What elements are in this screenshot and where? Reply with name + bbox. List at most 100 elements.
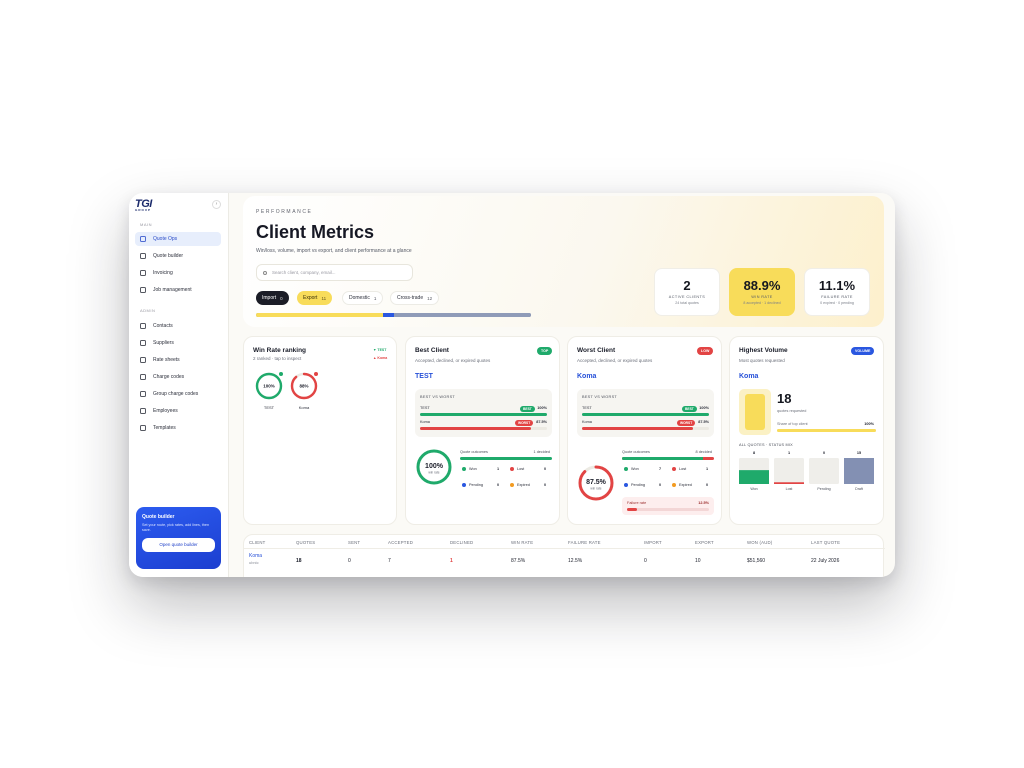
worst-client-name[interactable]: Koma [577, 373, 596, 380]
section-label-admin: ADMIN [140, 308, 156, 313]
table-header-divider [244, 548, 885, 549]
outcomes-bar [622, 457, 714, 460]
sidebar-item-contacts[interactable]: Contacts [135, 319, 221, 333]
col-header-win-rate[interactable]: WIN RATE [511, 540, 533, 545]
col-header-quotes[interactable]: QUOTES [296, 540, 315, 545]
col-header-failure-rate[interactable]: FAILURE RATE [568, 540, 601, 545]
status-label-draft: Draft [855, 487, 863, 491]
ranking-ring-test[interactable]: 100% TEST [255, 372, 283, 410]
best-client-card[interactable]: Best Client TOP Accepted, declined, or e… [405, 336, 560, 525]
col-header-declined[interactable]: DECLINED [450, 540, 473, 545]
sidebar-item-quote-builder[interactable]: Quote builder [135, 249, 221, 263]
brand-logo[interactable]: TGI GROUP [135, 198, 152, 212]
cell-win-rate: 87.5% [511, 558, 526, 564]
cell-last-quote: 22 July 2026 [811, 558, 840, 564]
col-header-export[interactable]: EXPORT [695, 540, 714, 545]
col-header-client[interactable]: CLIENT [249, 540, 265, 545]
volume-thumb [739, 389, 771, 435]
sidebar-item-charge-codes[interactable]: Charge codes [135, 370, 221, 384]
volume-count: 18 [777, 391, 792, 406]
failure-bar-track [627, 508, 709, 511]
col-header-accepted[interactable]: ACCEPTED [388, 540, 413, 545]
code-icon [140, 374, 146, 380]
outcome-lost: Lost [672, 467, 686, 471]
bvw-bar-track [582, 427, 709, 430]
highest-volume-client[interactable]: Koma [739, 373, 758, 380]
bvw-bar-fill [582, 427, 694, 430]
cell-client[interactable]: Koma [249, 553, 262, 559]
ranking-subtitle: 2 ranked · tap to inspect [253, 356, 302, 361]
bvw-row-value: 87.5% [698, 420, 709, 424]
outcomes-title: Quote outcomes [460, 450, 488, 454]
sidebar-item-templates[interactable]: Templates [135, 421, 221, 435]
col-header-last-quote[interactable]: LAST QUOTE [811, 540, 840, 545]
filter-export[interactable]: Export 11 [297, 291, 333, 305]
kpi-failure-rate: 11.1% FAILURE RATE 0 expired · 0 pending [804, 268, 870, 316]
cell-import: 0 [644, 558, 647, 564]
sidebar-item-employees[interactable]: Employees [135, 404, 221, 418]
ranking-title: Win Rate ranking [253, 347, 307, 354]
bvw-bar-fill [420, 413, 547, 416]
search-input[interactable] [272, 270, 412, 275]
bvw-title: BEST VS WORST [420, 395, 456, 399]
col-header-won-aud[interactable]: WON (AUD) [747, 540, 772, 545]
ranking-pct-test: 100% [263, 384, 275, 389]
status-label-won: Won [750, 487, 757, 491]
sidebar-item-job-management[interactable]: Job management [135, 283, 221, 297]
template-icon [140, 425, 146, 431]
expired-dot-icon [672, 483, 676, 487]
filter-cross-trade[interactable]: Cross-trade 12 [390, 291, 440, 305]
outcome-pending-count: 0 [497, 483, 500, 487]
open-quote-builder-button[interactable]: Open quote builder [142, 538, 215, 552]
col-header-import[interactable]: IMPORT [644, 540, 662, 545]
share-value: 100% [864, 422, 874, 426]
outcome-pending: Pending [624, 483, 645, 487]
sidebar-item-invoicing[interactable]: Invoicing [135, 266, 221, 280]
sidebar-item-quote-ops[interactable]: Quote Ops [135, 232, 221, 246]
sidebar-item-rate-sheets[interactable]: Rate sheets [135, 353, 221, 367]
status-bar-lost[interactable] [774, 482, 804, 484]
worst-client-card[interactable]: Worst Client LOW Accepted, declined, or … [567, 336, 722, 525]
sidebar-item-suppliers[interactable]: Suppliers [135, 336, 221, 350]
collapse-sidebar-button[interactable]: › [212, 200, 221, 209]
search-box[interactable] [256, 264, 413, 281]
sheet-icon [140, 357, 146, 363]
outcomes-decided: 8 decided [695, 450, 712, 454]
ring-value: 100% [425, 463, 444, 470]
status-bar-draft[interactable] [844, 458, 874, 484]
group-code-icon [140, 391, 146, 397]
truck-icon [140, 340, 146, 346]
lost-dot-icon [672, 467, 676, 471]
ranking-rings: 100% TEST 88% Koma [255, 372, 318, 410]
bvw-bar-fill [582, 413, 709, 416]
outcome-won-count: 1 [497, 467, 500, 471]
outcomes-won-fill [460, 457, 552, 460]
status-label-lost: Lost [786, 487, 793, 491]
share-label: Share of top client [777, 422, 808, 426]
col-header-sent[interactable]: SENT [348, 540, 360, 545]
cell-quotes: 18 [296, 558, 302, 564]
filter-import[interactable]: Import 0 [256, 291, 289, 305]
mix-bar-domestic-segment [382, 313, 394, 317]
failure-bar-fill [627, 508, 638, 511]
ranking-ring-koma[interactable]: 88% Koma [290, 372, 318, 410]
search-icon [263, 270, 267, 275]
ring-value: 87.5% [586, 479, 607, 486]
outcome-won: Won [462, 467, 477, 471]
status-label-pending: Pending [817, 487, 830, 491]
bvw-bar-track [420, 413, 547, 416]
best-client-name[interactable]: TEST [415, 373, 433, 380]
status-count-pending: 0 [823, 451, 825, 455]
highest-volume-card[interactable]: Highest Volume VOLUME Most quotes reques… [729, 336, 884, 525]
share-bar-track [777, 429, 876, 432]
document-icon [140, 253, 146, 259]
quote-builder-promo: Quote builder Set your route, pick rates… [136, 507, 221, 569]
failure-rate-label: Failure rate [627, 501, 647, 505]
ranking-badge-bottom: ▲ Koma [373, 356, 388, 360]
filter-domestic[interactable]: Domestic 1 [342, 291, 384, 305]
status-bar-won[interactable] [739, 470, 769, 484]
outcomes-title: Quote outcomes [622, 450, 650, 454]
low-tag: LOW [697, 347, 714, 355]
sidebar-item-group-charge-codes[interactable]: Group charge codes [135, 387, 221, 401]
outcome-won: Won [624, 467, 639, 471]
